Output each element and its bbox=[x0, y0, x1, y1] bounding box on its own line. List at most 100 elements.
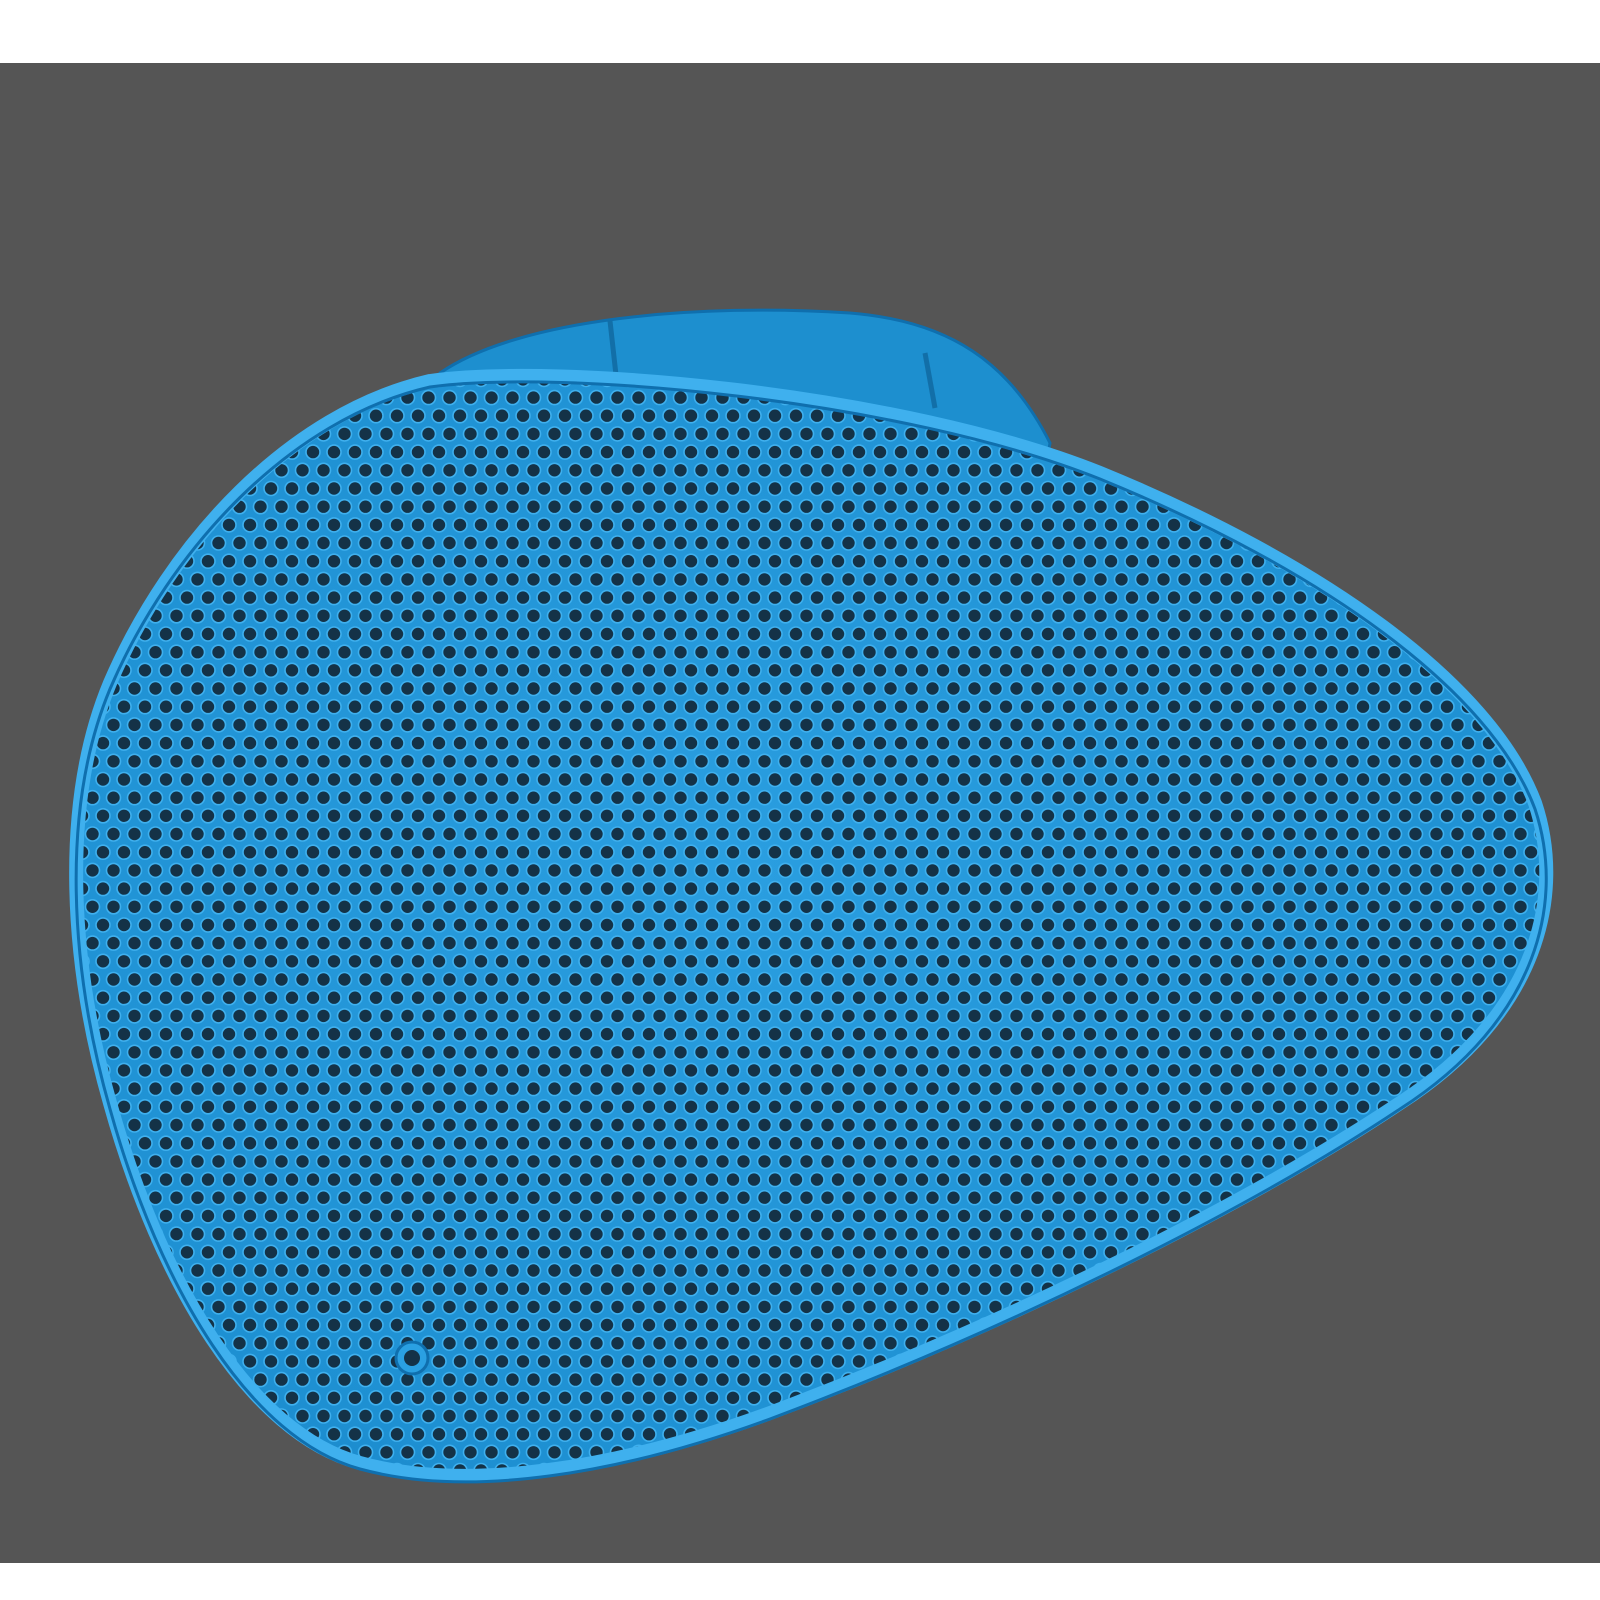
perforation-hole bbox=[683, 626, 699, 642]
perforation-hole bbox=[1407, 862, 1424, 879]
perforation-hole bbox=[221, 662, 237, 679]
perforation-hole bbox=[410, 1390, 426, 1406]
perforation-hole bbox=[788, 880, 804, 897]
perforation-hole bbox=[746, 1317, 762, 1333]
perforation-hole bbox=[1229, 1171, 1245, 1188]
perforation-hole bbox=[809, 553, 825, 570]
perforation-hole bbox=[1428, 862, 1445, 879]
perforation-hole bbox=[1449, 862, 1466, 879]
perforation-hole bbox=[1313, 1099, 1329, 1115]
perforation-hole bbox=[347, 698, 363, 715]
perforation-hole bbox=[1292, 989, 1308, 1006]
perforation-hole bbox=[399, 971, 416, 988]
perforation-hole bbox=[326, 917, 342, 933]
perforation-hole bbox=[326, 989, 342, 1006]
perforation-hole bbox=[672, 1299, 689, 1315]
perforation-hole bbox=[746, 444, 762, 460]
perforation-hole bbox=[200, 1208, 216, 1224]
perforation-hole bbox=[998, 553, 1014, 570]
perforation-hole bbox=[914, 989, 930, 1006]
perforation-hole bbox=[1481, 917, 1497, 933]
perforation-hole bbox=[483, 971, 500, 988]
perforation-hole bbox=[1071, 680, 1088, 697]
perforation-hole bbox=[1218, 717, 1235, 733]
perforation-hole bbox=[473, 1280, 489, 1297]
perforation-hole bbox=[462, 607, 479, 624]
perforation-hole bbox=[158, 880, 174, 897]
perforation-hole bbox=[389, 626, 405, 642]
perforation-hole bbox=[1050, 1262, 1067, 1279]
perforation-hole bbox=[998, 771, 1014, 788]
perforation-hole bbox=[746, 1244, 762, 1261]
perforation-hole bbox=[294, 680, 311, 697]
perforation-hole bbox=[399, 426, 416, 442]
perforation-hole bbox=[1134, 1044, 1151, 1061]
perforation-hole bbox=[788, 1244, 804, 1261]
perforation-hole bbox=[830, 1135, 846, 1151]
perforation-hole bbox=[914, 880, 930, 897]
perforation-hole bbox=[483, 498, 500, 515]
perforation-hole bbox=[557, 917, 573, 933]
perforation-hole bbox=[924, 898, 941, 915]
perforation-hole bbox=[347, 1353, 363, 1370]
perforation-hole bbox=[452, 1244, 468, 1261]
perforation-hole bbox=[1239, 680, 1256, 697]
perforation-hole bbox=[1229, 953, 1245, 970]
perforation-hole bbox=[861, 717, 878, 733]
perforation-hole bbox=[830, 589, 846, 606]
perforation-hole bbox=[588, 935, 605, 951]
perforation-hole bbox=[756, 898, 773, 915]
perforation-hole bbox=[945, 1226, 962, 1242]
perforation-hole bbox=[693, 680, 710, 697]
perforation-hole bbox=[1029, 1117, 1046, 1133]
perforation-hole bbox=[756, 535, 773, 551]
perforation-hole bbox=[515, 771, 531, 788]
perforation-hole bbox=[1082, 1026, 1098, 1042]
perforation-hole bbox=[683, 1099, 699, 1115]
perforation-hole bbox=[1292, 1062, 1308, 1079]
perforation-hole bbox=[1428, 826, 1445, 842]
perforation-hole bbox=[1334, 735, 1350, 751]
perforation-hole bbox=[746, 735, 762, 751]
perforation-hole bbox=[924, 826, 941, 842]
perforation-hole bbox=[1323, 935, 1340, 951]
perforation-hole bbox=[315, 644, 332, 661]
perforation-hole bbox=[494, 917, 510, 933]
perforation-hole bbox=[494, 844, 510, 861]
perforation-hole bbox=[105, 789, 122, 806]
perforation-hole bbox=[1418, 844, 1434, 861]
perforation-hole bbox=[1260, 898, 1277, 915]
perforation-hole bbox=[840, 826, 857, 842]
perforation-hole bbox=[1344, 753, 1361, 770]
perforation-hole bbox=[798, 1153, 815, 1170]
perforation-hole bbox=[1281, 1044, 1298, 1061]
perforation-hole bbox=[956, 1135, 972, 1151]
perforation-hole bbox=[578, 444, 594, 460]
perforation-hole bbox=[231, 644, 248, 661]
perforation-hole bbox=[641, 1244, 657, 1261]
perforation-hole bbox=[1407, 971, 1424, 988]
perforation-hole bbox=[473, 1135, 489, 1151]
perforation-hole bbox=[515, 1062, 531, 1079]
perforation-hole bbox=[1071, 862, 1088, 879]
perforation-hole bbox=[599, 1390, 615, 1406]
perforation-hole bbox=[378, 1044, 395, 1061]
perforation-hole bbox=[777, 789, 794, 806]
perforation-hole bbox=[756, 607, 773, 624]
perforation-hole bbox=[1124, 989, 1140, 1006]
perforation-hole bbox=[662, 771, 678, 788]
perforation-hole bbox=[137, 771, 153, 788]
perforation-hole bbox=[578, 517, 594, 533]
perforation-hole bbox=[1239, 1117, 1256, 1133]
perforation-hole bbox=[420, 571, 437, 588]
perforation-hole bbox=[578, 1353, 594, 1370]
perforation-hole bbox=[1040, 1171, 1056, 1188]
perforation-hole bbox=[924, 971, 941, 988]
perforation-hole bbox=[956, 735, 972, 751]
perforation-hole bbox=[252, 607, 269, 624]
perforation-hole bbox=[683, 517, 699, 533]
perforation-hole bbox=[1313, 1026, 1329, 1042]
perforation-hole bbox=[1187, 626, 1203, 642]
perforation-hole bbox=[966, 898, 983, 915]
perforation-hole bbox=[462, 1189, 479, 1206]
